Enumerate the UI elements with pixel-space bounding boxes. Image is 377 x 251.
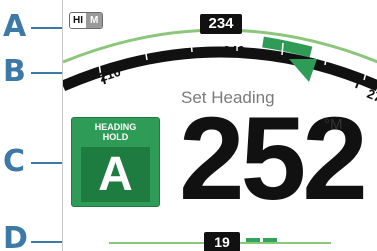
set-heading-pointer-icon [289, 59, 317, 82]
mode-badge-hi: HI [70, 13, 86, 28]
mode-panel-title: HEADING HOLD [72, 122, 159, 142]
callout-c-line [31, 162, 63, 164]
rudder-dash-1 [246, 238, 260, 242]
mode-badge: HI M [69, 12, 104, 29]
mode-panel-title-line1: HEADING [94, 122, 137, 132]
scale-label-27: 27 [365, 86, 377, 105]
callout-c: C [3, 144, 26, 179]
callout-b: B [3, 54, 26, 89]
manual-figure: A B C D 210 240 27 HI M 234 Set Heading … [0, 0, 377, 251]
callout-a-line [31, 27, 63, 29]
callout-a: A [3, 9, 27, 44]
callout-b-line [31, 72, 63, 74]
mode-badge-m: M [86, 13, 103, 28]
scale-label-240: 240 [223, 43, 245, 58]
rudder-dash-2 [263, 238, 277, 242]
callout-d: D [3, 221, 28, 251]
heading-hold-mode-panel: HEADING HOLD A [71, 117, 160, 207]
mode-letter: A [81, 147, 150, 202]
autopilot-display: 210 240 27 HI M 234 Set Heading HEADING … [62, 0, 377, 251]
mode-panel-title-line2: HOLD [102, 132, 129, 142]
rudder-value-readout: 19 [204, 232, 240, 251]
current-heading-readout: 234 [200, 14, 242, 34]
heading-unit: °M [324, 116, 343, 133]
